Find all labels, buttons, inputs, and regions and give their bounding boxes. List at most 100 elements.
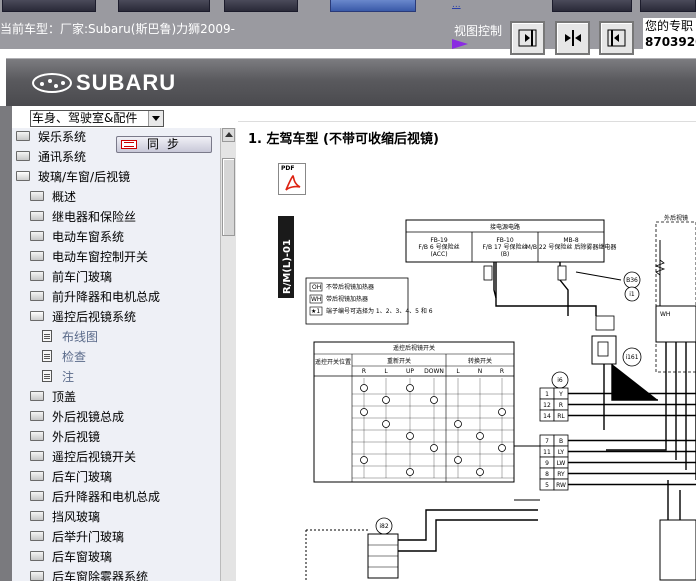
folder-icon <box>16 130 30 141</box>
folder-icon <box>30 490 44 501</box>
pin-wire: R <box>559 402 563 409</box>
content-top-strip <box>238 106 696 122</box>
folder-icon <box>30 250 44 261</box>
tree-item-label: 后车门玻璃 <box>52 470 113 484</box>
scroll-up-icon[interactable] <box>222 128 235 142</box>
tree-item[interactable]: 外后视镜 <box>30 427 100 447</box>
top-link[interactable]: ... <box>452 0 461 10</box>
tree-item[interactable]: 外后视镜总成 <box>30 407 124 427</box>
pdf-icon[interactable]: PDF <box>278 163 306 195</box>
toolbar-button-1[interactable] <box>2 0 96 12</box>
tree-item[interactable]: 后车窗除雾器系统 <box>30 567 148 581</box>
acrobat-symbol-icon <box>285 174 301 191</box>
tree-item[interactable]: 电动车窗控制开关 <box>30 247 148 267</box>
switch-contact <box>476 468 484 476</box>
folder-icon <box>30 210 44 221</box>
pin-block: 1 Y 12 R 14 RL 7 B 11 LY 9 LW 8 RY 5 RW <box>539 387 696 491</box>
switch-header-3: 转换开关 <box>468 357 492 365</box>
tree-item-label: 前车门玻璃 <box>52 270 113 284</box>
scrollbar-thumb[interactable] <box>222 158 235 236</box>
folder-open-icon <box>16 170 30 181</box>
category-select[interactable]: 车身、驾驶室&配件 <box>30 110 164 127</box>
pin-number: 11 <box>543 449 551 456</box>
folder-icon <box>30 570 44 581</box>
tree-item[interactable]: 后车门玻璃 <box>30 467 112 487</box>
toolbar-button-5[interactable] <box>552 0 632 12</box>
sync-button[interactable]: 同步 <box>116 136 212 153</box>
tree-item-label: 电动车窗控制开关 <box>52 250 149 264</box>
tree-item[interactable]: 遥控后视镜系统 <box>30 307 136 327</box>
tree-item[interactable]: 挡风玻璃 <box>30 507 100 527</box>
pin-number: 7 <box>545 438 549 445</box>
section-title: 1. 左驾车型 (不带可收缩后视镜) <box>248 132 439 147</box>
pin-wire: Y <box>558 391 563 398</box>
view-expand-right-button[interactable] <box>510 21 545 55</box>
tree-item[interactable]: 后举升门玻璃 <box>30 527 124 547</box>
tree-item[interactable]: 玻璃/车窗/后视镜 <box>16 167 130 187</box>
tree-item[interactable]: 前车门玻璃 <box>30 267 112 287</box>
pin-number: 5 <box>545 482 549 489</box>
category-select-value: 车身、驾驶室&配件 <box>32 111 138 125</box>
tree-item[interactable]: 通讯系统 <box>16 147 86 167</box>
folder-icon <box>30 550 44 561</box>
connector-b36: B36 <box>626 277 638 284</box>
view-control-label: 视图控制 <box>454 24 503 38</box>
pin-number: 12 <box>543 402 551 409</box>
fuse-2-mode: (B) <box>501 251 510 258</box>
sync-button-label: 同步 <box>147 137 188 151</box>
tree-item-label: 娱乐系统 <box>38 130 87 144</box>
switch-contact <box>406 432 414 440</box>
folder-icon <box>30 270 44 281</box>
chevron-down-icon[interactable] <box>148 111 163 126</box>
tree-item[interactable]: 概述 <box>30 187 76 207</box>
tree-scrollbar[interactable] <box>220 128 236 581</box>
tree-item-label: 后举升门玻璃 <box>52 530 125 544</box>
tree-item[interactable]: 注 <box>42 367 74 387</box>
left-edge-strip <box>0 106 12 581</box>
tree-item-label: 遥控后视镜开关 <box>52 450 137 464</box>
view-split-button[interactable] <box>555 21 590 55</box>
tree-item[interactable]: 前升降器和电机总成 <box>30 287 160 307</box>
tree-item[interactable]: 顶盖 <box>30 387 76 407</box>
tree-item[interactable]: 布线图 <box>42 327 98 347</box>
tree-item[interactable]: 检查 <box>42 347 86 367</box>
switch-contact <box>406 384 414 392</box>
tree-item[interactable]: 后升降器和电机总成 <box>30 487 160 507</box>
legend-star-text: 端子编号可选择为 1、2、3、4、5 和 6 <box>326 307 433 315</box>
pin-wire: LW <box>557 460 566 467</box>
folder-icon <box>30 390 44 401</box>
view-collapse-left-button[interactable] <box>599 21 634 55</box>
tree-item[interactable]: 遥控后视镜开关 <box>30 447 136 467</box>
switch-grid <box>352 378 514 479</box>
fuse-2-id: FB-10 <box>496 237 514 244</box>
switch-contact <box>498 408 506 416</box>
folder-icon <box>30 470 44 481</box>
switch-col-up: UP <box>406 368 414 375</box>
toolbar-button-6[interactable] <box>640 0 696 12</box>
tree-item-label: 前升降器和电机总成 <box>52 290 161 304</box>
toolbar-button-2[interactable] <box>118 0 210 12</box>
tree-item-label: 检查 <box>62 350 87 364</box>
toolbar-button-3[interactable] <box>224 0 298 12</box>
switch-contact <box>360 384 368 392</box>
pin-number: 1 <box>545 391 549 398</box>
switch-col-down: DOWN <box>424 368 444 375</box>
switch-contact <box>360 456 368 464</box>
toolbar-button-active[interactable] <box>330 0 416 12</box>
brand-banner: SUBARU <box>6 58 696 106</box>
tree-item-label: 外后视镜 <box>52 430 101 444</box>
tree-item[interactable]: 娱乐系统 <box>16 127 86 147</box>
switch-contact <box>430 396 438 404</box>
tree-item-label: 电动车窗系统 <box>52 230 125 244</box>
switch-col-n: N <box>478 368 483 375</box>
connector-i82: i82 <box>379 523 388 530</box>
profile-label: 您的专职 <box>645 19 694 33</box>
tree-item[interactable]: 电动车窗系统 <box>30 227 124 247</box>
document-icon <box>42 349 52 362</box>
tree-item-label: 玻璃/车窗/后视镜 <box>38 170 131 184</box>
folder-icon <box>16 150 30 161</box>
view-control-arrow-icon <box>452 39 468 49</box>
fuse-2-desc: F/B 17 号保险丝 <box>482 243 527 251</box>
tree-item[interactable]: 继电器和保险丝 <box>30 207 136 227</box>
tree-item[interactable]: 后车窗玻璃 <box>30 547 112 567</box>
